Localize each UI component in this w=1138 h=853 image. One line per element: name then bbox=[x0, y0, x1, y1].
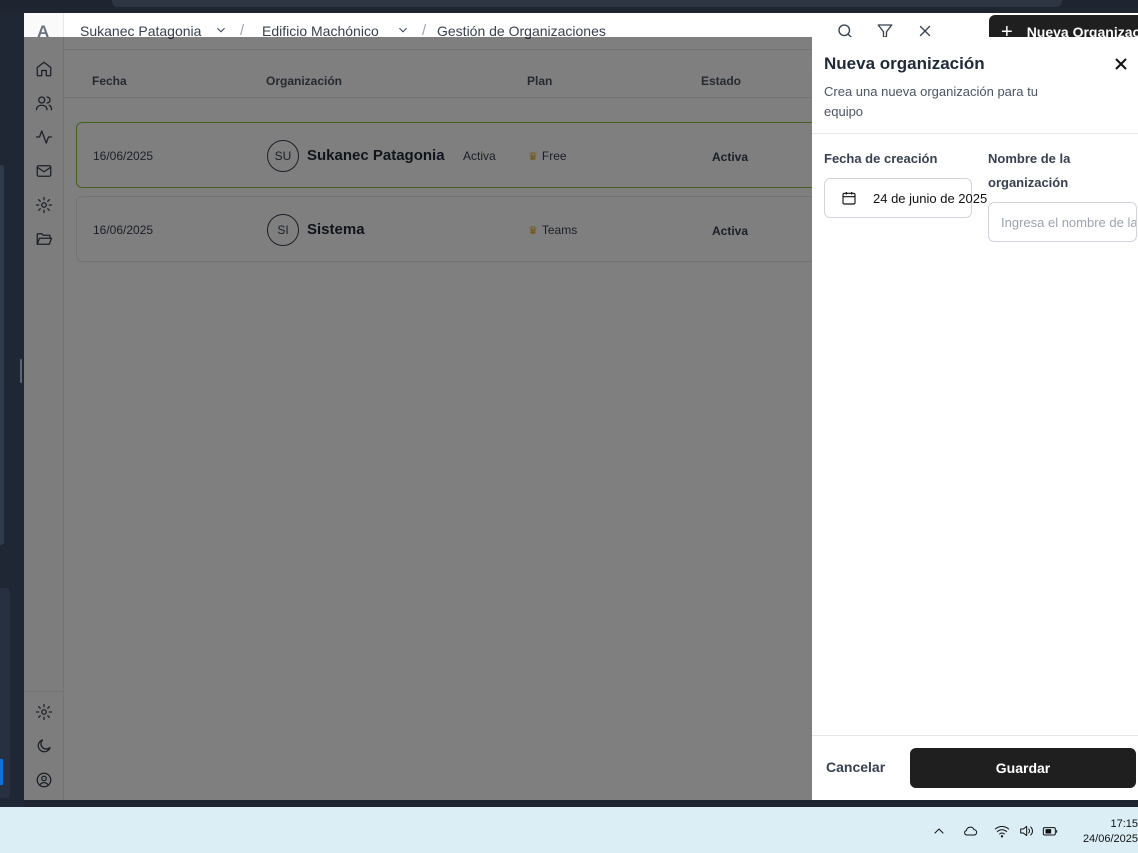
chevron-down-icon[interactable] bbox=[214, 23, 228, 37]
close-icon[interactable] bbox=[1114, 57, 1128, 71]
modal-backdrop[interactable] bbox=[24, 37, 812, 800]
drawer-title: Nueva organización bbox=[824, 54, 985, 73]
resize-handle[interactable] bbox=[20, 359, 22, 383]
clock-time: 17:15 bbox=[1110, 818, 1138, 830]
new-organization-drawer: Nueva organización Crea una nueva organi… bbox=[812, 37, 1138, 800]
taskbar: 17:15 24/06/2025 bbox=[0, 807, 1138, 853]
save-button[interactable]: Guardar bbox=[910, 748, 1136, 788]
address-bar[interactable] bbox=[112, 0, 1062, 7]
background-window-edge bbox=[0, 165, 4, 545]
drawer-footer-divider bbox=[812, 735, 1138, 736]
drawer-description: Crea una nueva organización para tu equi… bbox=[824, 84, 1038, 119]
background-window-accent bbox=[0, 759, 3, 785]
desktop-left-strip bbox=[0, 13, 24, 803]
date-value: 24 de junio de 2025 bbox=[873, 191, 988, 206]
name-label: Nombre de la organización bbox=[988, 151, 1071, 190]
chevron-down-icon[interactable] bbox=[396, 23, 410, 37]
browser-top-bar bbox=[0, 0, 1138, 13]
calendar-icon bbox=[841, 190, 859, 208]
organization-name-input[interactable] bbox=[988, 202, 1137, 242]
date-picker[interactable]: 24 de junio de 2025 bbox=[824, 178, 987, 218]
window-bottom-edge bbox=[24, 800, 1138, 807]
battery-icon[interactable] bbox=[1042, 823, 1058, 839]
wifi-icon[interactable] bbox=[994, 823, 1010, 839]
volume-icon[interactable] bbox=[1018, 823, 1034, 839]
drawer-header-divider bbox=[812, 133, 1138, 134]
clock-date: 24/06/2025 bbox=[1082, 833, 1138, 845]
cloud-icon[interactable] bbox=[962, 823, 978, 839]
system-clock[interactable]: 17:15 24/06/2025 bbox=[1083, 817, 1138, 847]
date-label: Fecha de creación bbox=[824, 151, 938, 166]
chevron-up-icon[interactable] bbox=[931, 823, 947, 839]
cancel-button[interactable]: Cancelar bbox=[826, 759, 885, 775]
